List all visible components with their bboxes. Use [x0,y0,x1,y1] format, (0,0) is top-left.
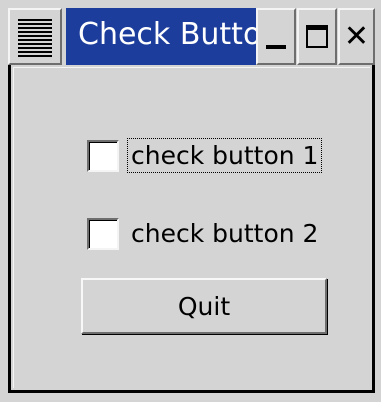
content-panel: check button 1 check button 2 Quit [13,67,370,388]
title-bar[interactable]: Check Button ✕ [8,8,375,65]
maximize-button[interactable] [297,8,337,65]
window-menu-icon [18,19,52,57]
check-button-1-label[interactable]: check button 1 [127,138,323,173]
app-window: Check Button ✕ check button 1 check butt… [0,0,381,402]
quit-button[interactable]: Quit [81,278,327,334]
window-menu-button[interactable] [8,8,62,65]
checkbox-2[interactable] [87,217,119,250]
close-button[interactable]: ✕ [338,8,375,65]
minimize-icon [266,44,286,49]
check-button-1[interactable]: check button 1 [87,138,323,173]
minimize-button[interactable] [256,8,296,65]
title-area[interactable]: Check Button [66,8,256,65]
maximize-icon [306,25,328,48]
check-button-2[interactable]: check button 2 [87,216,322,251]
close-icon: ✕ [343,18,370,54]
content-frame: check button 1 check button 2 Quit [8,65,375,393]
check-button-2-label[interactable]: check button 2 [127,216,322,251]
window-title: Check Button [78,17,256,52]
checkbox-1[interactable] [87,139,119,172]
